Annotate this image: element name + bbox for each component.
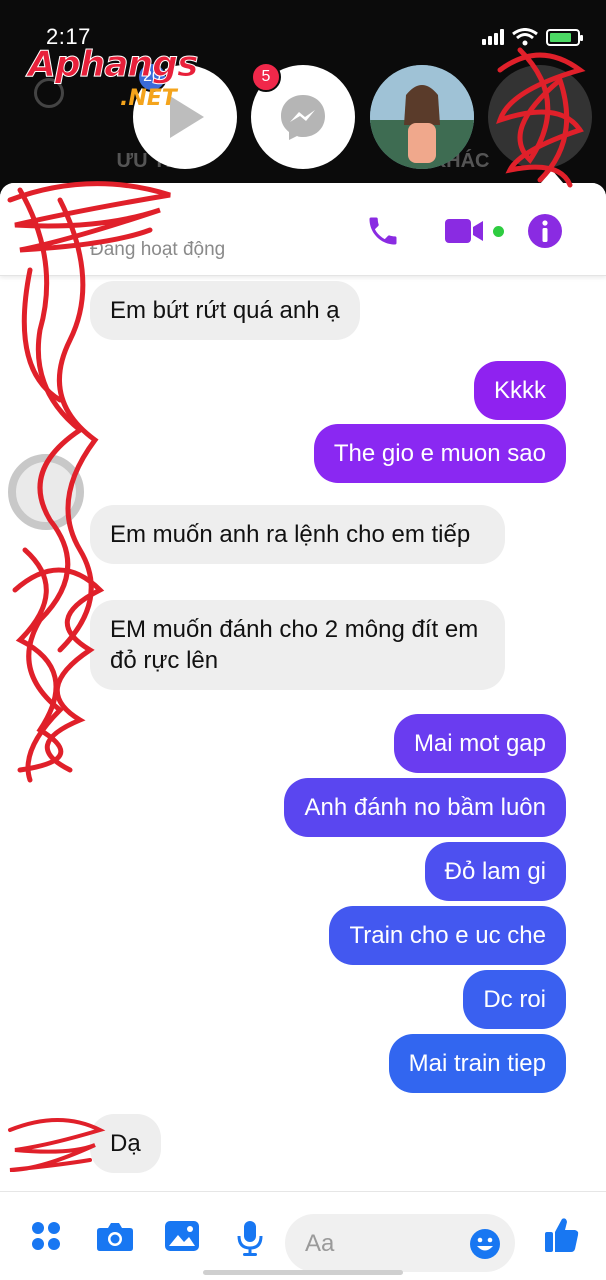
microphone-icon[interactable]	[236, 1220, 264, 1256]
notification-badge: 5	[251, 62, 281, 92]
watermark-suffix: .NET	[120, 86, 177, 111]
phone-icon[interactable]	[365, 213, 401, 249]
message-outgoing[interactable]: The gio e muon sao	[313, 424, 566, 483]
chat-head-hidden[interactable]	[488, 65, 592, 169]
thumbs-up-icon[interactable]	[544, 1216, 580, 1254]
message-list: Em bứt rứt quá anh ạ Kkkk The gio e muon…	[0, 276, 606, 1191]
avatar	[8, 454, 84, 530]
chat-head-contact-photo[interactable]	[370, 65, 474, 169]
message-input-placeholder: Aa	[305, 1230, 335, 1257]
message-outgoing[interactable]: Mai mot gap	[393, 714, 566, 773]
message-outgoing[interactable]: Dc roi	[463, 970, 566, 1029]
chat-header: Đang hoạt động	[0, 183, 606, 276]
message-incoming[interactable]: EM muốn đánh cho 2 mông đít em đỏ rực lê…	[90, 600, 505, 690]
emoji-icon[interactable]	[469, 1228, 501, 1260]
online-indicator	[493, 226, 504, 237]
conversation-sheet: Đang hoạt động Em bứt rứt quá anh ạ Kkkk…	[0, 183, 606, 1280]
home-indicator	[203, 1270, 403, 1275]
battery-icon	[546, 28, 583, 46]
message-outgoing[interactable]: Mai train tiep	[388, 1034, 566, 1093]
wifi-icon	[512, 28, 538, 46]
video-call-icon[interactable]	[443, 213, 489, 249]
status-icons	[482, 28, 583, 46]
messenger-icon	[281, 95, 325, 140]
signal-icon	[482, 29, 504, 45]
active-status: Đang hoạt động	[90, 239, 226, 260]
message-outgoing[interactable]: Anh đánh no bầm luôn	[284, 778, 566, 837]
gallery-icon[interactable]	[164, 1220, 200, 1252]
info-icon[interactable]	[527, 213, 563, 249]
site-watermark: Aphangs .NET	[27, 44, 218, 114]
chat-head-pointer	[540, 170, 564, 184]
message-outgoing[interactable]: Đỏ lam gi	[424, 842, 566, 901]
chat-heads-overlay: 2:17 ƯU TIÊN KHÁC 20 5	[0, 0, 606, 190]
message-outgoing[interactable]: Train cho e uc che	[329, 906, 566, 965]
contact-photo	[370, 65, 474, 169]
message-composer: Aa	[0, 1191, 606, 1280]
camera-icon[interactable]	[96, 1220, 134, 1252]
message-outgoing[interactable]: Kkkk	[473, 361, 566, 420]
watermark-brand: Aphangs	[27, 44, 198, 86]
apps-grid-icon[interactable]	[30, 1220, 62, 1252]
message-input[interactable]: Aa	[285, 1214, 515, 1272]
message-incoming[interactable]: Dạ	[90, 1114, 161, 1173]
message-incoming[interactable]: Em bứt rứt quá anh ạ	[90, 281, 360, 340]
message-incoming[interactable]: Em muốn anh ra lệnh cho em tiếp	[90, 505, 505, 564]
